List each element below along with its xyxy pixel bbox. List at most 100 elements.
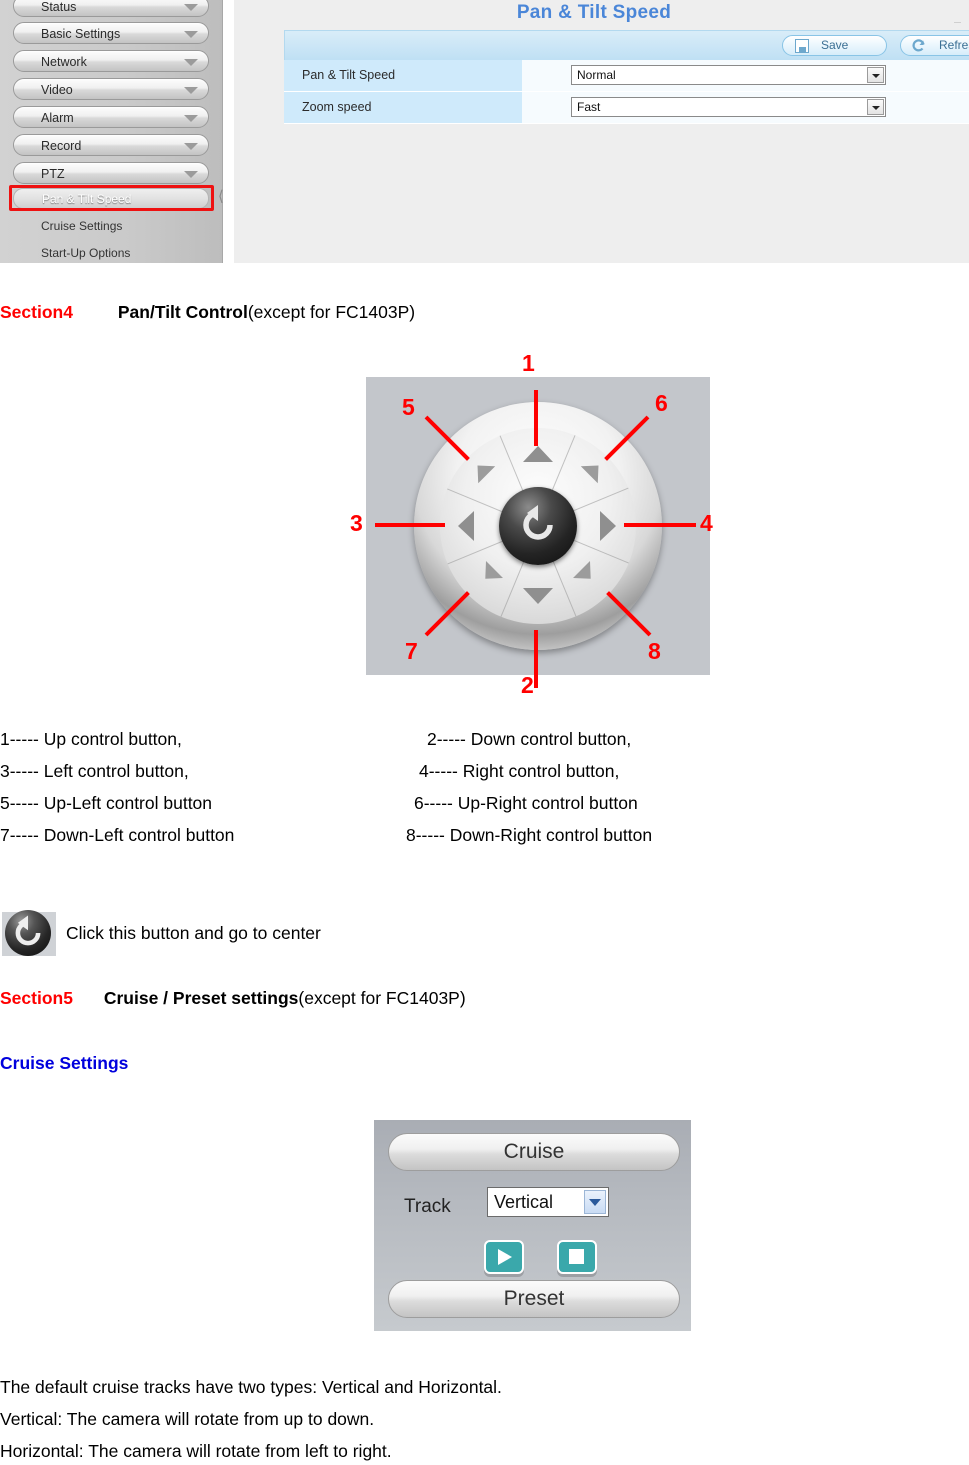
page-title: Pan & Tilt Speed xyxy=(234,2,954,24)
legend-item-7: 7----- Down-Left control button xyxy=(0,825,235,845)
form-row-pan-tilt-speed: Pan & Tilt Speed Normal xyxy=(284,60,969,92)
form-toolbar: Save Refresh xyxy=(284,30,969,60)
save-button-label: Save xyxy=(821,38,849,52)
footer-line-3: Horizontal: The camera will rotate from … xyxy=(0,1441,392,1461)
callout-line-3 xyxy=(375,523,445,527)
cruise-play-button[interactable] xyxy=(484,1240,524,1274)
rotate-counterclockwise-icon xyxy=(513,500,563,555)
legend-item-6: 6----- Up-Right control button xyxy=(414,793,638,813)
legend-item-8: 8----- Down-Right control button xyxy=(406,825,653,845)
section5-number: Section5 xyxy=(0,988,73,1008)
chevron-down-icon[interactable] xyxy=(584,1190,606,1214)
callout-number-1: 1 xyxy=(522,350,535,376)
dpad-down-left-button[interactable] xyxy=(469,561,503,595)
dpad-up-button[interactable] xyxy=(523,446,553,464)
dpad-down-right-button[interactable] xyxy=(573,561,607,595)
chevron-down-icon xyxy=(184,87,198,94)
sidebar-item-label: PTZ xyxy=(41,167,65,181)
camera-settings-screenshot: Status Basic Settings Network Video Alar… xyxy=(0,0,969,263)
sidebar-item-label: Video xyxy=(41,83,73,97)
chevron-down-icon xyxy=(184,4,198,11)
legend-item-5: 5----- Up-Left control button xyxy=(0,793,213,813)
settings-sidebar: Status Basic Settings Network Video Alar… xyxy=(0,0,223,263)
panel-collapse-handle-icon[interactable]: ⟨ xyxy=(218,186,234,208)
chevron-down-icon xyxy=(184,31,198,38)
dpad-up-left-button[interactable] xyxy=(469,457,503,491)
callout-line-2 xyxy=(534,630,538,688)
play-icon xyxy=(498,1249,512,1265)
page-title-bar: Pan & Tilt Speed xyxy=(234,0,969,32)
section4-heading: Section4 Pan/Tilt Control(except for FC1… xyxy=(0,302,415,323)
sidebar-item-record[interactable]: Record xyxy=(13,134,209,156)
sidebar-item-label: Network xyxy=(41,55,87,69)
chevron-down-icon xyxy=(184,143,198,150)
dpad-down-button[interactable] xyxy=(523,588,553,606)
section5-heading: Section5 Cruise / Preset settings(except… xyxy=(0,988,466,1009)
row-label: Zoom speed xyxy=(284,92,522,123)
chevron-down-icon xyxy=(184,115,198,122)
sidebar-item-label: Status xyxy=(41,0,77,14)
sidebar-item-label: Alarm xyxy=(41,111,74,125)
track-label: Track xyxy=(404,1196,451,1217)
preset-tab-button[interactable]: Preset xyxy=(388,1280,680,1318)
callout-number-3: 3 xyxy=(350,510,363,536)
callout-number-8: 8 xyxy=(648,638,661,664)
callout-number-7: 7 xyxy=(405,638,418,664)
save-button[interactable]: Save xyxy=(782,35,887,56)
section4-title: Pan/Tilt Control xyxy=(117,302,248,322)
legend-item-4: 4----- Right control button, xyxy=(419,761,620,781)
cruise-tab-button[interactable]: Cruise xyxy=(388,1133,680,1171)
callout-number-6: 6 xyxy=(655,390,668,416)
dpad-left-button[interactable] xyxy=(458,511,476,541)
sidebar-item-basic-settings[interactable]: Basic Settings xyxy=(13,22,209,44)
center-button-thumbnail xyxy=(2,910,56,956)
chevron-down-icon[interactable] xyxy=(867,99,884,115)
pan-tilt-speed-select[interactable]: Normal xyxy=(571,65,886,85)
sidebar-item-ptz[interactable]: PTZ xyxy=(13,162,209,184)
select-value: Fast xyxy=(577,100,601,114)
sidebar-item-label: Record xyxy=(41,139,82,153)
sidebar-item-alarm[interactable]: Alarm xyxy=(13,106,209,128)
sidebar-subitem-label: Start-Up Options xyxy=(41,246,131,260)
sidebar-item-label: Basic Settings xyxy=(41,27,121,41)
sidebar-item-status[interactable]: Status xyxy=(13,0,209,17)
sidebar-item-network[interactable]: Network xyxy=(13,50,209,72)
row-field: Fast xyxy=(522,92,969,123)
section4-note: (except for FC1403P) xyxy=(247,302,416,322)
refresh-button[interactable]: Refresh xyxy=(900,35,969,56)
center-button-note-text: Click this button and go to center xyxy=(66,923,321,943)
callout-line-1 xyxy=(534,390,538,446)
callout-number-5: 5 xyxy=(402,394,415,420)
legend-item-3: 3----- Left control button, xyxy=(0,761,189,781)
footer-line-2: Vertical: The camera will rotate from up… xyxy=(0,1409,375,1429)
sidebar-item-video[interactable]: Video xyxy=(13,78,209,100)
refresh-button-label: Refresh xyxy=(939,38,969,52)
refresh-arrow-icon xyxy=(911,38,927,54)
sidebar-subitem-label: Cruise Settings xyxy=(41,219,123,233)
chevron-down-icon[interactable] xyxy=(867,67,884,83)
select-value: Vertical xyxy=(494,1192,554,1212)
chevron-down-icon xyxy=(184,59,198,66)
cruise-settings-subheading: Cruise Settings xyxy=(0,1053,129,1073)
section5-title: Cruise / Preset settings xyxy=(103,988,299,1008)
track-select[interactable]: Vertical xyxy=(487,1187,609,1217)
sidebar-item-cruise-settings[interactable]: Cruise Settings xyxy=(13,216,209,237)
sidebar-item-startup-options[interactable]: Start-Up Options xyxy=(13,243,209,263)
cruise-settings-panel: Cruise Preset xyxy=(374,1120,691,1331)
dpad-center-reset-button[interactable] xyxy=(499,487,577,565)
annotation-highlight-box xyxy=(9,185,214,211)
form-row-zoom-speed: Zoom speed Fast xyxy=(284,92,969,124)
select-value: Normal xyxy=(577,68,616,82)
footer-line-1: The default cruise tracks have two types… xyxy=(0,1377,502,1397)
legend-item-2: 2----- Down control button, xyxy=(427,729,632,749)
dpad-up-right-button[interactable] xyxy=(573,457,607,491)
rotate-counterclockwise-icon xyxy=(5,910,51,956)
section4-number: Section4 xyxy=(0,302,73,322)
callout-line-4 xyxy=(624,523,696,527)
zoom-speed-select[interactable]: Fast xyxy=(571,97,886,117)
dpad-right-button[interactable] xyxy=(600,511,618,541)
settings-form: Save Refresh Pan & Tilt Speed xyxy=(284,30,969,124)
floppy-disk-icon xyxy=(795,39,809,53)
cruise-stop-button[interactable] xyxy=(557,1240,597,1274)
callout-number-4: 4 xyxy=(700,510,713,536)
